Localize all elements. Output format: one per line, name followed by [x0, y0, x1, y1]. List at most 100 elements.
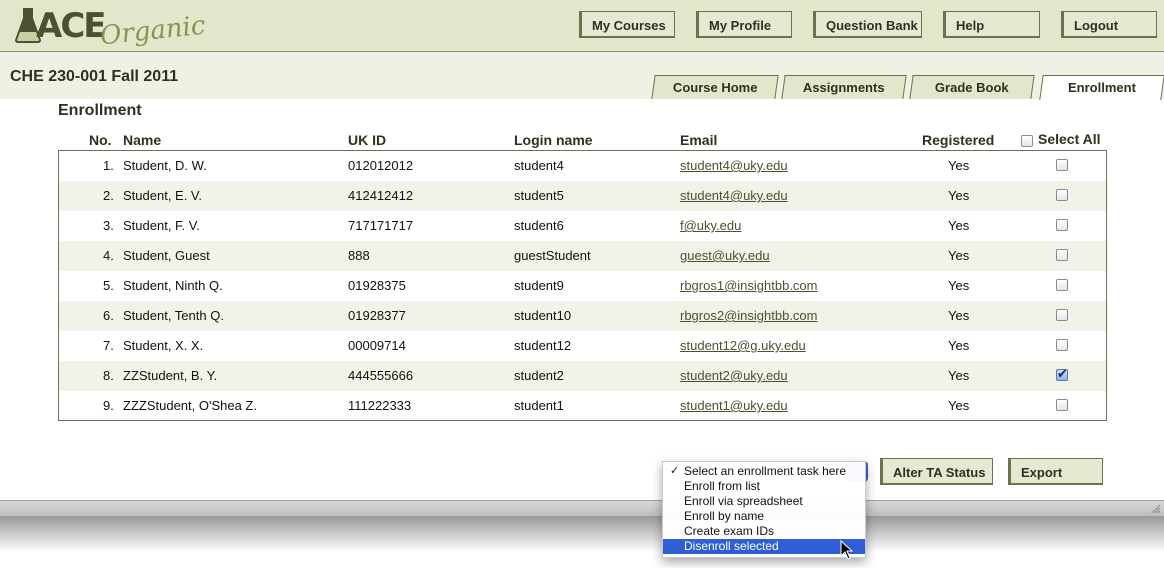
registered-status: Yes [948, 338, 970, 353]
uk-id: 00009714 [348, 338, 406, 353]
login-name: student2 [514, 368, 564, 383]
row-number: 8. [103, 368, 114, 383]
email-link[interactable]: guest@uky.edu [680, 248, 770, 263]
column-header-uk-id: UK ID [348, 132, 387, 148]
registered-status: Yes [948, 398, 970, 413]
uk-id: 717171717 [348, 218, 414, 233]
table-row: 8. ZZStudent, B. Y. 444555666 student2 s… [59, 361, 1106, 391]
row-select-checkbox[interactable] [1056, 159, 1068, 171]
nav-logout-button[interactable]: Logout [1061, 11, 1157, 38]
column-header-registered: Registered [922, 132, 995, 148]
login-name: guestStudent [514, 248, 591, 263]
row-select-checkbox[interactable] [1056, 279, 1068, 291]
table-row: 6. Student, Tenth Q. 01928377 student10 … [59, 301, 1106, 331]
email-link[interactable]: student2@uky.edu [680, 368, 788, 383]
student-name: Student, Tenth Q. [123, 308, 224, 323]
tab-course-home[interactable]: Course Home [651, 75, 779, 99]
email-link[interactable]: student1@uky.edu [680, 398, 788, 413]
resize-grip-icon[interactable] [1150, 503, 1160, 513]
login-name: student5 [514, 188, 564, 203]
menu-item-enroll-by-name[interactable]: Enroll by name [663, 509, 865, 524]
row-select-checkbox[interactable] [1056, 219, 1068, 231]
logo-text-ace: ACE [36, 6, 106, 46]
tab-grade-book[interactable]: Grade Book [909, 75, 1035, 99]
menu-item-enroll-via-spreadsheet[interactable]: Enroll via spreadsheet [663, 494, 865, 509]
student-name: Student, X. X. [123, 338, 204, 353]
row-number: 4. [103, 248, 114, 263]
course-title: CHE 230-001 Fall 2011 [10, 68, 179, 85]
table-row: 1. Student, D. W. 012012012 student4 stu… [59, 151, 1106, 181]
tab-label: Course Home [672, 80, 758, 95]
uk-id: 444555666 [348, 368, 414, 383]
menu-item-label: Create exam IDs [684, 524, 775, 538]
nav-my-profile-button[interactable]: My Profile [696, 11, 792, 38]
row-select-checkbox[interactable] [1056, 309, 1068, 321]
student-name: Student, Ninth Q. [123, 278, 223, 293]
email-link[interactable]: student4@uky.edu [680, 188, 788, 203]
table-row: 7. Student, X. X. 00009714 student12 stu… [59, 331, 1106, 361]
row-select-checkbox[interactable] [1056, 399, 1068, 411]
registered-status: Yes [948, 218, 970, 233]
login-name: student10 [514, 308, 572, 323]
email-link[interactable]: rbgros2@insightbb.com [680, 308, 817, 323]
login-name: student1 [514, 398, 564, 413]
app-header: ACE Organic My Courses My Profile Questi… [0, 0, 1164, 52]
row-select-checkbox[interactable] [1056, 366, 1068, 382]
row-number: 7. [103, 338, 114, 353]
tab-assignments[interactable]: Assignments [781, 75, 907, 99]
nav-help-button[interactable]: Help [943, 11, 1040, 38]
row-number: 6. [103, 308, 114, 323]
table-row: 3. Student, F. V. 717171717 student6 f@u… [59, 211, 1106, 241]
select-all-checkbox[interactable] [1021, 135, 1033, 147]
tab-label: Enrollment [1068, 80, 1136, 95]
login-name: student4 [514, 158, 564, 173]
menu-item-enroll-from-list[interactable]: Enroll from list [663, 479, 865, 494]
student-name: Student, E. V. [123, 188, 203, 203]
row-number: 3. [103, 218, 114, 233]
tab-enrollment[interactable]: Enrollment [1039, 75, 1164, 100]
table-row: 5. Student, Ninth Q. 01928375 student9 r… [59, 271, 1106, 301]
email-link[interactable]: f@uky.edu [680, 218, 741, 233]
login-name: student12 [514, 338, 572, 353]
uk-id: 412412412 [348, 188, 414, 203]
export-button[interactable]: Export [1008, 458, 1103, 485]
email-link[interactable]: rbgros1@insightbb.com [680, 278, 817, 293]
tab-label: Grade Book [935, 80, 1009, 95]
nav-question-bank-button[interactable]: Question Bank [813, 11, 922, 38]
alter-ta-status-button[interactable]: Alter TA Status [880, 458, 993, 485]
table-row: 9. ZZZStudent, O'Shea Z. 111222333 stude… [59, 391, 1106, 421]
table-row: 2. Student, E. V. 412412412 student5 stu… [59, 181, 1106, 211]
select-all-label: Select All [1038, 131, 1101, 147]
ace-organic-logo[interactable]: ACE Organic [14, 4, 207, 51]
column-header-login-name: Login name [514, 132, 593, 148]
table-row: 4. Student, Guest 888 guestStudent guest… [59, 241, 1106, 271]
menu-item-select-task[interactable]: ✓ Select an enrollment task here [663, 464, 865, 479]
email-link[interactable]: student12@g.uky.edu [680, 338, 806, 353]
student-name: Student, Guest [123, 248, 210, 263]
registered-status: Yes [948, 368, 970, 383]
menu-item-disenroll-selected[interactable]: Disenroll selected [663, 539, 865, 554]
uk-id: 01928377 [348, 308, 406, 323]
mouse-cursor-icon [840, 540, 854, 560]
row-number: 2. [103, 188, 114, 203]
row-select-checkbox[interactable] [1056, 189, 1068, 201]
row-number: 9. [103, 398, 114, 413]
row-select-checkbox[interactable] [1056, 339, 1068, 351]
checkmark-icon: ✓ [670, 465, 680, 477]
email-link[interactable]: student4@uky.edu [680, 158, 788, 173]
menu-item-label: Enroll by name [684, 509, 765, 523]
column-header-no: No. [89, 132, 112, 148]
window-shadow [0, 516, 1164, 568]
nav-my-courses-button[interactable]: My Courses [579, 11, 675, 38]
registered-status: Yes [948, 308, 970, 323]
student-name: ZZZStudent, O'Shea Z. [123, 398, 257, 413]
menu-item-create-exam-ids[interactable]: Create exam IDs [663, 524, 865, 539]
registered-status: Yes [948, 248, 970, 263]
row-select-checkbox[interactable] [1056, 249, 1068, 261]
login-name: student9 [514, 278, 564, 293]
registered-status: Yes [948, 278, 970, 293]
student-name: Student, D. W. [123, 158, 207, 173]
menu-item-label: Enroll from list [684, 479, 761, 493]
tab-label: Assignments [803, 80, 885, 95]
menu-item-label: Disenroll selected [684, 539, 779, 553]
